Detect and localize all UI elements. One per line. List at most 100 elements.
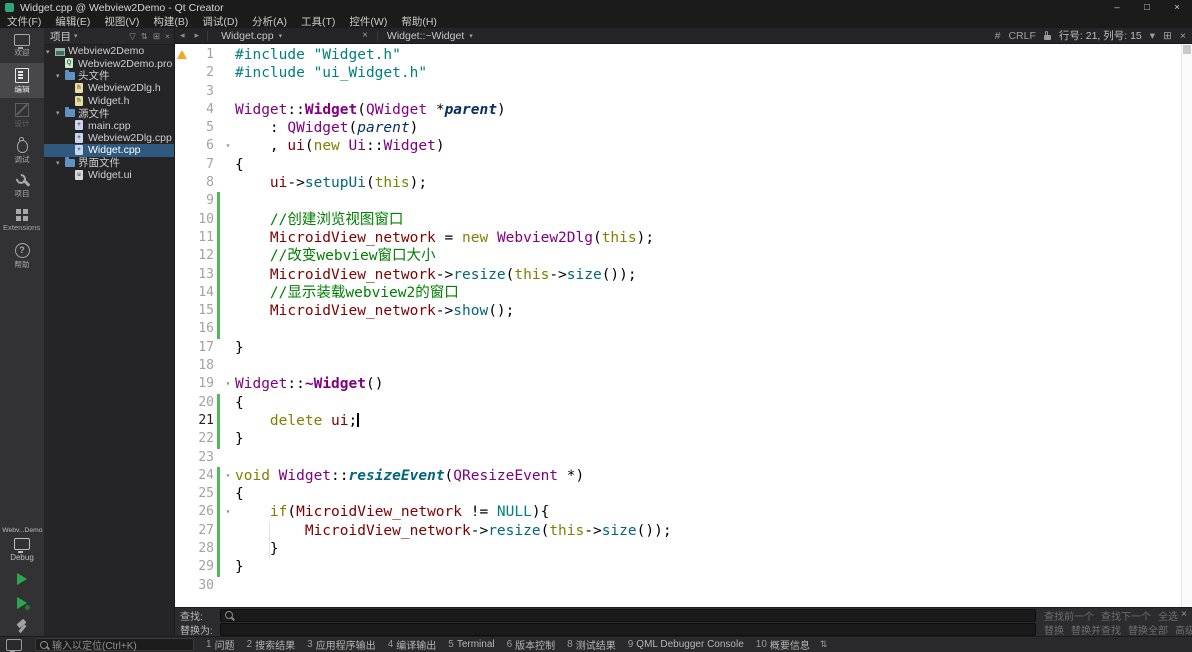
code-text[interactable]: delete ui; <box>235 412 1192 430</box>
tree-item[interactable]: u Widget.ui <box>44 169 174 181</box>
code-text[interactable] <box>235 449 1192 467</box>
line-number[interactable]: 25 <box>190 485 216 503</box>
fold-marker-icon[interactable]: ▾ <box>221 137 235 155</box>
line-number[interactable]: 2 <box>190 64 216 82</box>
tree-item[interactable]: ▾ 界面文件 <box>44 157 174 169</box>
line-number[interactable]: 15 <box>190 302 216 320</box>
line-number[interactable]: 22 <box>190 430 216 448</box>
kit-selector[interactable]: Webv...Demo Debug <box>0 525 44 636</box>
output-pane[interactable]: 1 问题 <box>200 637 241 652</box>
tree-item[interactable]: ▾ 头文件 <box>44 70 174 82</box>
tree-item[interactable]: ▾ 源文件 <box>44 107 174 119</box>
code-text[interactable] <box>235 192 1192 210</box>
replace-bar-button[interactable]: 替换全部 <box>1128 622 1168 637</box>
sidebar-pane-title[interactable]: 项目 <box>50 29 71 44</box>
menu-item[interactable]: 工具(T) <box>294 15 342 28</box>
mode-debug[interactable]: 调试 <box>0 133 44 168</box>
line-number[interactable]: 5 <box>190 119 216 137</box>
code-text[interactable]: MicroidView_network = new Webview2Dlg(th… <box>235 229 1192 247</box>
expand-arrow-icon[interactable]: ▾ <box>56 72 60 80</box>
tree-item[interactable]: + main.cpp <box>44 119 174 132</box>
close-button[interactable]: × <box>1162 0 1192 15</box>
replace-input[interactable] <box>225 623 1035 635</box>
output-pane[interactable]: 9 QML Debugger Console <box>622 639 750 650</box>
menu-item[interactable]: 调试(D) <box>195 15 245 28</box>
tree-item[interactable]: h Widget.h <box>44 95 174 107</box>
code-text[interactable]: #include "Widget.h" <box>235 46 1192 64</box>
minimize-button[interactable]: – <box>1102 0 1132 15</box>
line-number[interactable]: 8 <box>190 174 216 192</box>
find-bar-button[interactable]: 查找下一个 <box>1101 608 1151 623</box>
menu-item[interactable]: 文件(F) <box>0 15 48 28</box>
fold-marker-icon[interactable]: ▾ <box>221 467 235 485</box>
fold-marker-icon[interactable]: ▾ <box>221 375 235 393</box>
line-number[interactable]: 6 <box>190 137 216 155</box>
line-number[interactable]: 26 <box>190 503 216 521</box>
forward-icon[interactable]: ▸ <box>190 30 205 41</box>
back-icon[interactable]: ◂ <box>175 30 190 41</box>
code-text[interactable] <box>235 83 1192 101</box>
mode-welcome[interactable]: 欢迎 <box>0 28 44 63</box>
line-number[interactable]: 4 <box>190 101 216 119</box>
filter-icon[interactable]: ▽ <box>129 31 136 42</box>
scrollbar-thumb[interactable] <box>1183 45 1191 54</box>
line-ending-indicator[interactable]: CRLF <box>1008 30 1035 42</box>
find-bar-button[interactable]: 查找前一个 <box>1044 608 1094 623</box>
run-button[interactable] <box>14 572 30 586</box>
tree-item[interactable]: + Widget.cpp <box>44 144 174 157</box>
code-text[interactable]: } <box>235 540 1192 559</box>
menu-item[interactable]: 分析(A) <box>245 15 294 28</box>
code-text[interactable]: } <box>235 558 1192 576</box>
line-number[interactable]: 27 <box>190 522 216 540</box>
replace-bar-button[interactable]: 高级... <box>1175 622 1192 637</box>
output-pane[interactable]: 10 概要信息 <box>750 637 816 652</box>
code-text[interactable]: { <box>235 156 1192 174</box>
line-number[interactable]: 1 <box>190 46 216 64</box>
line-number[interactable]: 17 <box>190 339 216 357</box>
menu-item[interactable]: 构建(B) <box>146 15 195 28</box>
line-number[interactable]: 10 <box>190 211 216 229</box>
tree-item[interactable]: + Webview2Dlg.cpp <box>44 132 174 144</box>
code-text[interactable]: MicroidView_network->show(); <box>235 302 1192 320</box>
line-number[interactable]: 29 <box>190 558 216 576</box>
line-number[interactable]: 11 <box>190 229 216 247</box>
output-pane[interactable]: 5 Terminal <box>442 639 500 650</box>
output-pane[interactable]: 6 版本控制 <box>501 637 562 652</box>
replace-bar-button[interactable]: 替换并查找 <box>1071 622 1121 637</box>
panes-toggle-icon[interactable]: ⇅ <box>816 639 832 650</box>
mode-projects[interactable]: 项目 <box>0 168 44 203</box>
line-number[interactable]: 14 <box>190 284 216 302</box>
menu-item[interactable]: 编辑(E) <box>48 15 97 28</box>
line-number[interactable]: 9 <box>190 192 216 210</box>
line-number[interactable]: 23 <box>190 449 216 467</box>
debug-run-button[interactable] <box>14 596 30 610</box>
tree-item[interactable]: ▾ Webview2Demo <box>44 45 174 57</box>
build-button[interactable] <box>14 620 30 634</box>
find-input[interactable] <box>237 609 1035 621</box>
fold-marker-icon[interactable]: ▾ <box>221 503 235 521</box>
code-text[interactable]: MicroidView_network->resize(this->size()… <box>235 266 1192 284</box>
code-text[interactable]: { <box>235 394 1192 412</box>
editor-scrollbar[interactable] <box>1181 44 1192 607</box>
code-text[interactable]: { <box>235 485 1192 503</box>
tree-item[interactable]: Q Webview2Demo.pro <box>44 57 174 70</box>
document-dropdown[interactable]: Widget.cpp ▾ <box>221 30 356 42</box>
output-pane[interactable]: 8 测试结果 <box>561 637 622 652</box>
code-text[interactable]: if(MicroidView_network != NULL){ <box>235 503 1192 521</box>
menu-item[interactable]: 帮助(H) <box>394 15 444 28</box>
output-pane[interactable]: 3 应用程序输出 <box>301 637 382 652</box>
menu-item[interactable]: 控件(W) <box>342 15 394 28</box>
symbol-dropdown[interactable]: Widget::~Widget ▾ <box>387 30 473 42</box>
line-number[interactable]: 24 <box>190 467 216 485</box>
line-number[interactable]: 16 <box>190 320 216 338</box>
expand-arrow-icon[interactable]: ▾ <box>56 109 60 117</box>
output-pane[interactable]: 2 搜索结果 <box>241 637 302 652</box>
sync-icon[interactable]: ⇅ <box>141 31 148 42</box>
close-split-icon[interactable]: × <box>1180 30 1186 42</box>
mode-help[interactable]: 帮助 <box>0 238 44 273</box>
output-toggle-icon[interactable] <box>6 638 22 652</box>
expand-arrow-icon[interactable]: ▾ <box>46 48 50 56</box>
code-text[interactable]: void Widget::resizeEvent(QResizeEvent *) <box>235 467 1192 485</box>
replace-bar-button[interactable]: 替换 <box>1044 622 1064 637</box>
close-findbar-icon[interactable]: × <box>1181 609 1187 620</box>
